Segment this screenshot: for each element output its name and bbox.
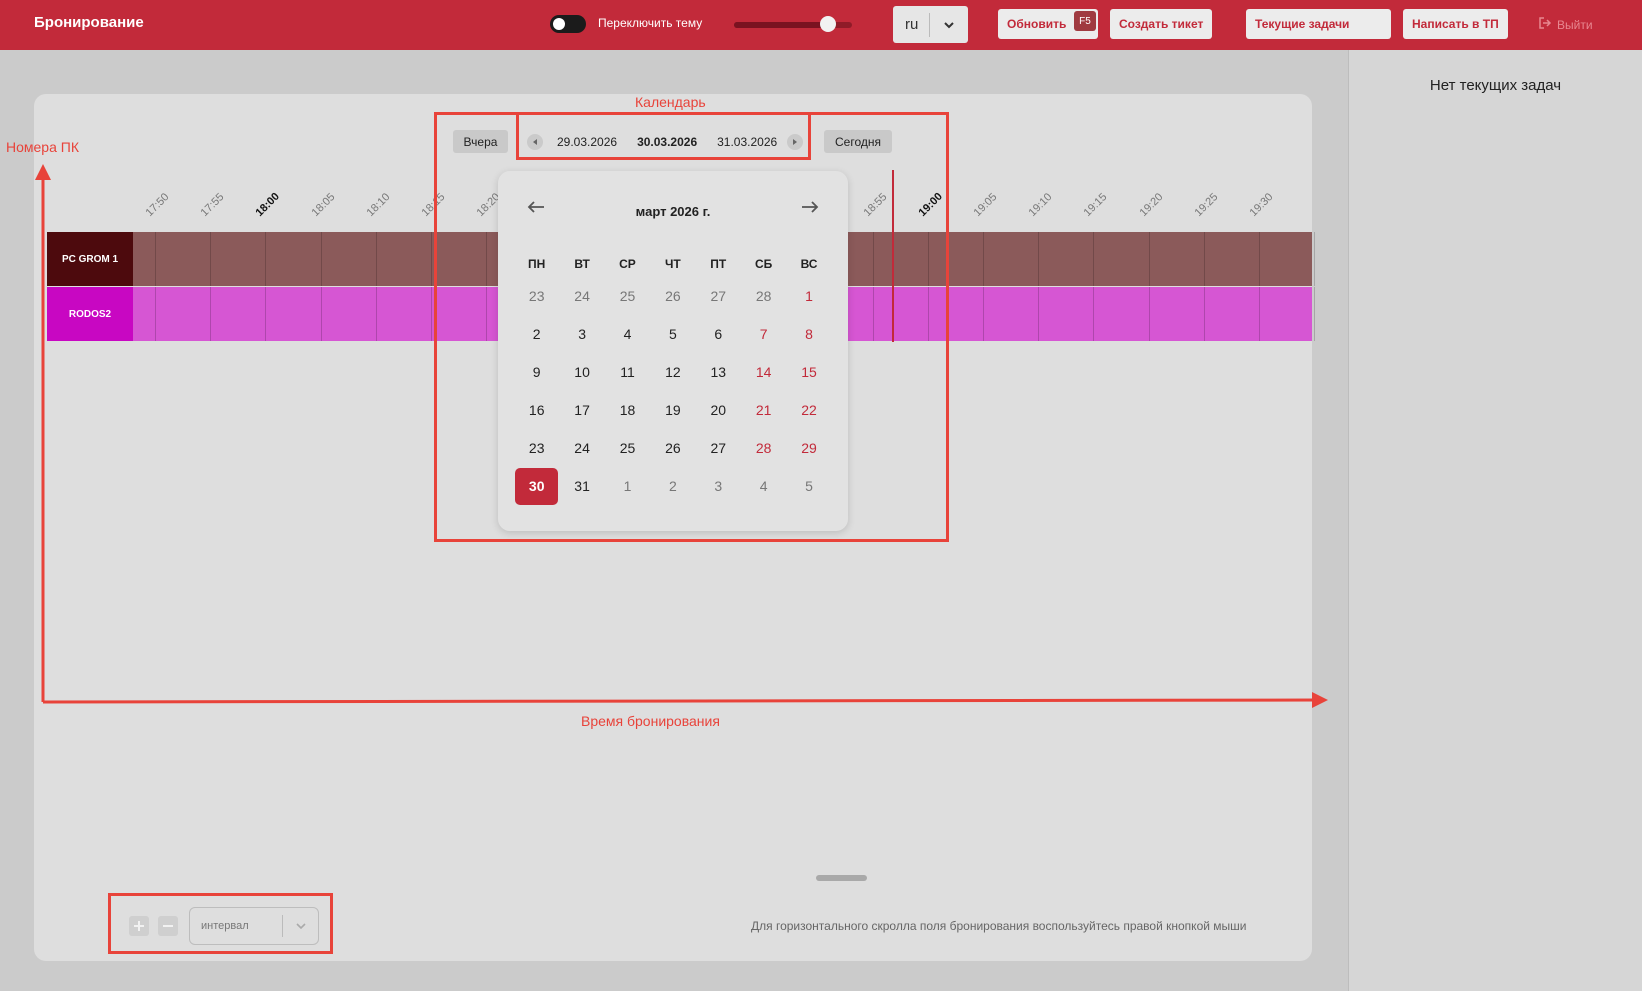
pc-name-label[interactable]: PC GROM 1 — [47, 232, 133, 286]
time-tick: 17:50 — [143, 191, 172, 219]
pc-name-label[interactable]: RODOS2 — [47, 287, 133, 341]
tasks-panel: Нет текущих задач — [1348, 50, 1642, 991]
interval-select[interactable]: интервал — [189, 907, 319, 945]
minus-icon — [163, 925, 173, 927]
language-select[interactable]: ru — [893, 6, 968, 43]
no-tasks-text: Нет текущих задач — [1429, 77, 1562, 94]
current-tasks-button[interactable]: Текущие задачи — [1246, 9, 1391, 39]
time-grid-line — [1148, 287, 1150, 341]
time-tick: 18:05 — [309, 191, 338, 219]
time-grid-line — [375, 287, 377, 341]
time-tick: 17:55 — [198, 191, 227, 219]
chevron-down-icon[interactable] — [283, 920, 318, 932]
time-grid-line — [431, 232, 432, 286]
time-tick: 19:20 — [1137, 191, 1166, 219]
f5-badge: F5 — [1074, 11, 1096, 31]
time-grid-line — [1038, 232, 1040, 286]
time-grid-line — [210, 232, 212, 286]
plus-icon — [134, 921, 144, 931]
refresh-label: Обновить — [1007, 17, 1067, 31]
time-grid-line — [320, 287, 322, 341]
time-grid-line — [375, 232, 377, 286]
time-grid-line — [1259, 287, 1260, 341]
time-grid-line — [431, 287, 432, 341]
toggle-knob — [553, 18, 565, 30]
time-grid-line — [320, 232, 322, 286]
pc-numbers-annotation: Номера ПК — [6, 139, 79, 155]
support-button[interactable]: Написать в ТП — [1403, 9, 1508, 39]
time-grid-line — [1259, 232, 1260, 286]
time-grid-line — [155, 232, 156, 286]
slider-fill — [734, 22, 829, 28]
time-grid-line — [1314, 287, 1316, 341]
date-selector-annotation-box — [516, 112, 811, 160]
calendar-annotation: Календарь — [635, 94, 706, 110]
slider-thumb[interactable] — [820, 16, 837, 32]
time-grid-line — [983, 287, 984, 341]
time-tick: 19:15 — [1081, 191, 1110, 219]
time-grid-line — [210, 287, 212, 341]
create-ticket-button[interactable]: Создать тикет — [1110, 9, 1213, 39]
time-grid-line — [1093, 287, 1095, 341]
zoom-in-button[interactable] — [129, 916, 149, 936]
logout-label: Выйти — [1557, 17, 1593, 32]
theme-toggle[interactable] — [550, 15, 586, 33]
zoom-out-button[interactable] — [158, 916, 178, 936]
time-grid-line — [1203, 287, 1205, 341]
time-tick: 19:05 — [971, 191, 1000, 219]
time-grid-line — [1314, 232, 1316, 286]
time-grid-line — [1203, 232, 1205, 286]
time-tick: 19:30 — [1247, 191, 1276, 219]
app-title: Бронирование — [34, 14, 144, 31]
horizontal-scroll-handle[interactable] — [816, 875, 867, 881]
time-grid-line — [265, 287, 267, 341]
refresh-button[interactable]: Обновить F5 — [998, 9, 1098, 39]
time-tick: 19:10 — [1026, 191, 1055, 219]
time-grid-line — [155, 287, 156, 341]
time-grid-line — [1038, 287, 1040, 341]
logout-icon — [1538, 16, 1552, 33]
theme-toggle-label: Переключить тему — [598, 16, 703, 30]
time-grid-line — [265, 232, 267, 286]
scroll-hint: Для горизонтального скролла поля брониро… — [751, 919, 1247, 933]
booking-time-annotation: Время бронирования — [581, 713, 720, 729]
time-grid-line — [983, 232, 984, 286]
chevron-down-icon[interactable] — [930, 18, 968, 32]
logout-button[interactable]: Выйти — [1538, 16, 1593, 33]
time-tick: 18:00 — [253, 190, 283, 219]
top-bar: Бронирование Переключить тему ru Обновит… — [0, 0, 1642, 50]
time-grid-line — [1148, 232, 1150, 286]
zoom-slider[interactable] — [734, 16, 852, 32]
language-value: ru — [905, 16, 919, 33]
time-tick: 19:25 — [1192, 191, 1221, 219]
calendar-annotation-box — [434, 112, 949, 542]
time-tick: 18:10 — [364, 191, 393, 219]
time-grid-line — [1093, 232, 1095, 286]
interval-placeholder: интервал — [201, 920, 249, 932]
